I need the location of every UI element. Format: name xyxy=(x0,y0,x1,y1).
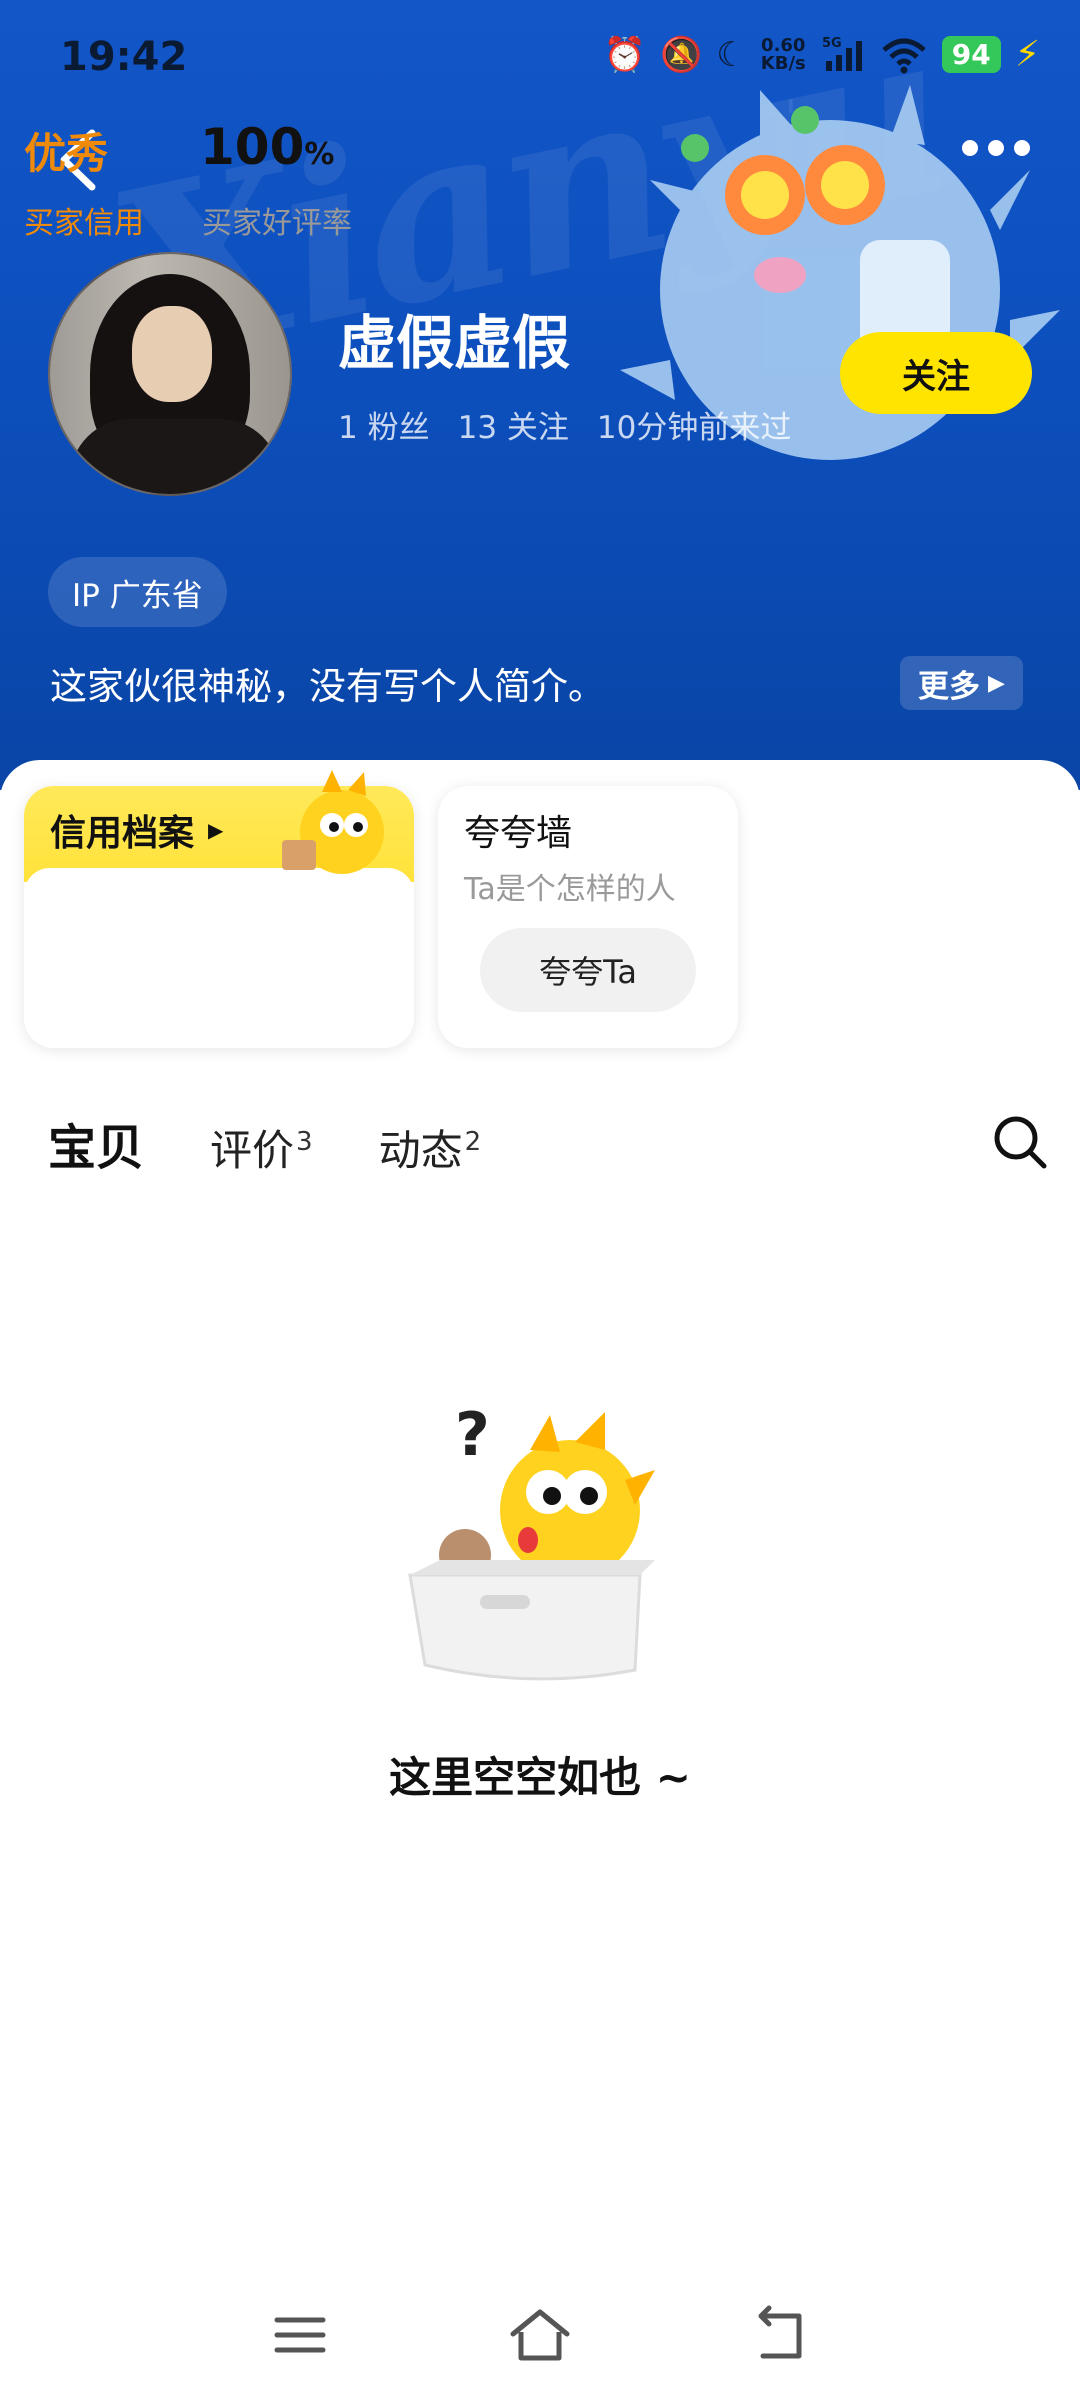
more-options-button[interactable] xyxy=(962,140,1030,156)
credit-level-label: 买家信用 xyxy=(24,206,144,241)
profile-header: Xianyu 19:42 ⏰ 🔕 ☾ 0.60 KB/s 5G 94 ⚡ 虚假虚… xyxy=(0,0,1080,790)
status-time: 19:42 xyxy=(60,34,188,80)
charging-icon: ⚡ xyxy=(1014,34,1040,75)
network-speed-value: 0.60 xyxy=(761,34,806,56)
more-info-button[interactable]: 更多 ▶ xyxy=(900,656,1023,710)
positive-rate-label: 买家好评率 xyxy=(202,206,352,241)
credit-mascot-illustration xyxy=(282,770,384,874)
ip-location-badge: IP 广东省 xyxy=(48,557,227,627)
caret-right-icon: ▶ xyxy=(208,818,224,842)
menu-icon[interactable] xyxy=(265,2300,335,2370)
follow-button[interactable]: 关注 xyxy=(840,332,1032,414)
username: 虚假虚假 xyxy=(338,309,571,377)
tab-activity[interactable]: 动态2 xyxy=(379,1117,482,1178)
caret-right-icon: ▶ xyxy=(988,670,1005,696)
praise-button[interactable]: 夸夸Ta xyxy=(480,928,696,1012)
home-icon[interactable] xyxy=(505,2300,575,2370)
back-navigation-icon[interactable] xyxy=(745,2300,815,2370)
tab-items[interactable]: 宝贝 xyxy=(48,1108,145,1178)
praise-wall-subtitle: Ta是个怎样的人 xyxy=(464,872,676,907)
svg-text:5G: 5G xyxy=(822,36,842,51)
empty-state-text: 这里空空如也 ~ xyxy=(389,1753,691,1802)
last-active: 10分钟前来过 xyxy=(596,410,792,446)
network-speed: 0.60 KB/s xyxy=(760,34,806,74)
credit-profile-title: 信用档案 ▶ xyxy=(50,813,224,854)
profile-stats: 1 粉丝 13 关注 10分钟前来过 xyxy=(338,402,791,447)
mute-notification-icon: 🔕 xyxy=(659,34,703,75)
alarm-icon: ⏰ xyxy=(603,34,646,75)
status-icons: ⏰ 🔕 ☾ 0.60 KB/s 5G 94 ⚡ xyxy=(604,34,1040,75)
empty-state-illustration: ? xyxy=(408,1400,655,1681)
battery-indicator: 94 xyxy=(941,36,1001,73)
system-navigation-bar xyxy=(0,2290,1080,2380)
activity-count: 2 xyxy=(464,1127,482,1157)
profile-tabs: 宝贝 评价3 动态2 xyxy=(48,1108,481,1178)
following-stat[interactable]: 13 关注 xyxy=(458,402,569,447)
credit-level: 优秀 xyxy=(24,129,109,178)
more-info-label: 更多 xyxy=(918,668,980,705)
more-dot-icon xyxy=(1014,140,1030,156)
more-dot-icon xyxy=(962,140,978,156)
followers-stat[interactable]: 1 粉丝 xyxy=(338,402,430,447)
network-speed-unit: KB/s xyxy=(760,52,806,74)
wifi-icon xyxy=(882,38,926,73)
svg-text:?: ? xyxy=(455,1400,490,1470)
reviews-count: 3 xyxy=(296,1127,313,1157)
user-avatar[interactable] xyxy=(48,252,292,496)
positive-rate: 100% xyxy=(200,118,335,176)
search-icon[interactable] xyxy=(990,1112,1050,1172)
praise-wall-card[interactable]: 夸夸墙 Ta是个怎样的人 夸夸Ta xyxy=(438,786,738,1048)
profile-bio: 这家伙很神秘，没有写个人简介。 xyxy=(50,665,605,708)
more-dot-icon xyxy=(988,140,1004,156)
praise-wall-title: 夸夸墙 xyxy=(464,813,573,854)
cellular-signal-icon: 5G xyxy=(822,36,862,71)
tab-reviews[interactable]: 评价3 xyxy=(210,1117,313,1178)
do-not-disturb-icon: ☾ xyxy=(716,34,747,75)
